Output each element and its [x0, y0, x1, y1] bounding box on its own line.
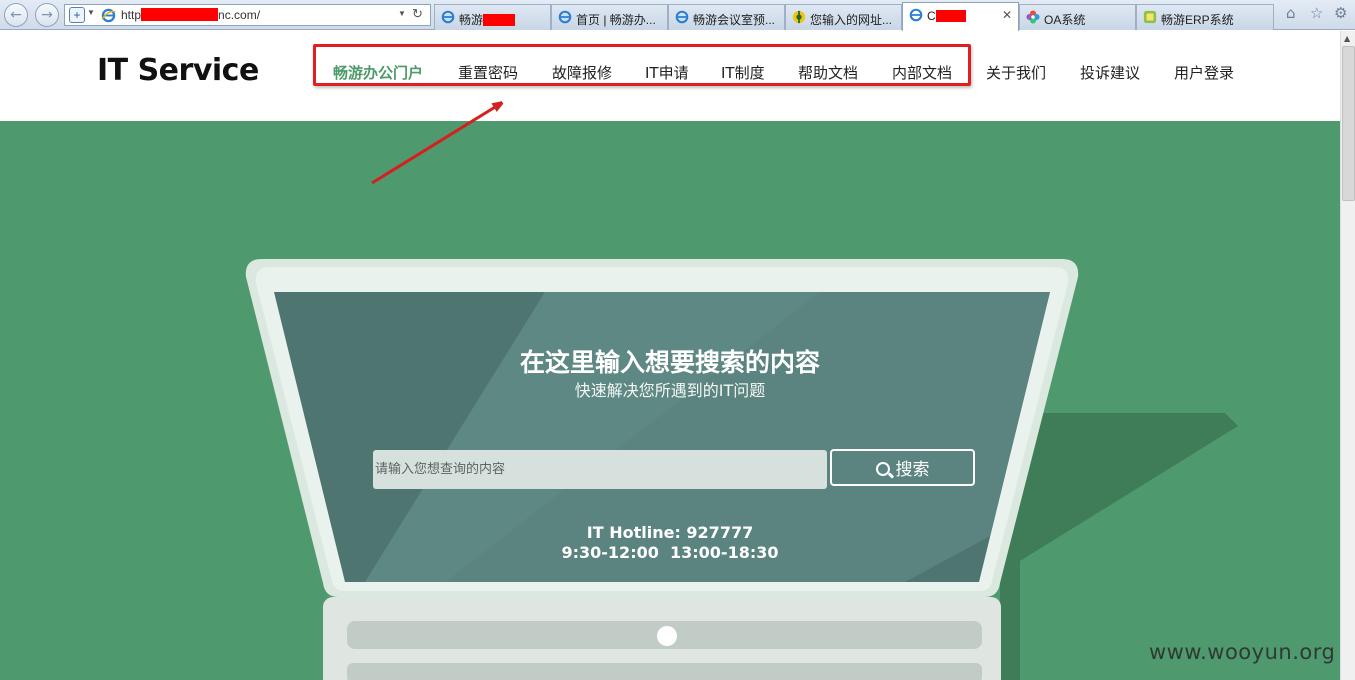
scrollbar-thumb[interactable] — [1342, 46, 1355, 201]
annotation-arrow — [371, 0, 1340, 185]
screenshot-root: ← → + ▼ httpnc.com/ ▼ ↻ 畅游 首页 | 畅游办... — [0, 0, 1355, 680]
watermark: www.wooyun.org — [1149, 640, 1336, 664]
scroll-up-icon[interactable]: ▲ — [1344, 34, 1350, 43]
page-scrollbar[interactable]: ▲ — [1340, 31, 1355, 680]
